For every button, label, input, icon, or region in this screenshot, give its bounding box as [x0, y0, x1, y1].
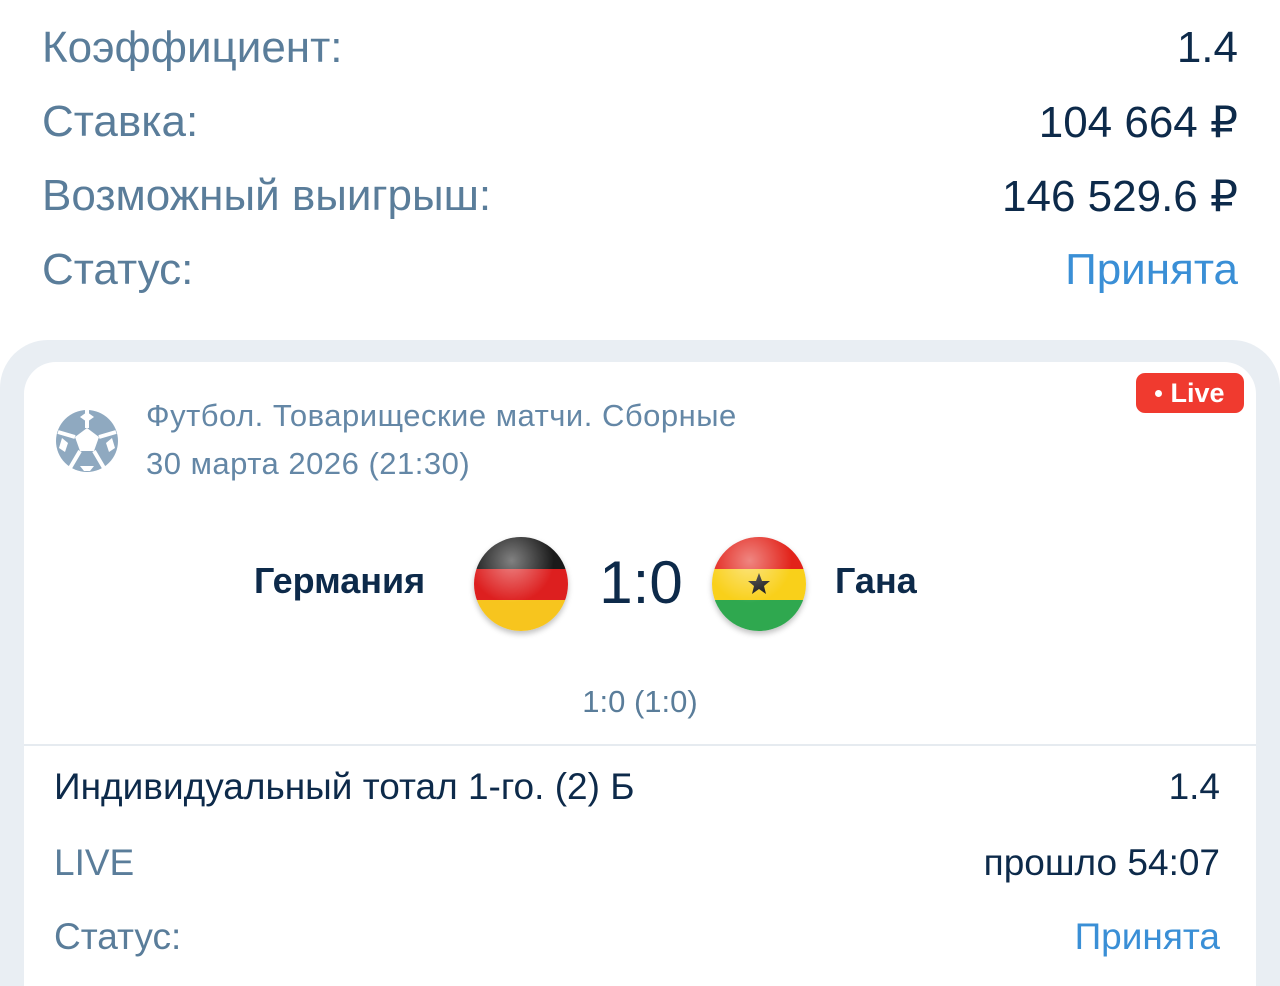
away-team-name: Гана: [835, 560, 917, 601]
bet-status-row: Статус: Принята: [54, 914, 1220, 960]
league-name: Футбол. Товарищеские матчи. Сборные: [146, 398, 737, 433]
elapsed-time: прошло 54:07: [983, 842, 1220, 883]
bet-odds: 1.4: [1168, 766, 1220, 807]
bet-summary: Коэффициент: 1.4 Ставка: 104 664 ₽ Возмо…: [0, 0, 1280, 340]
possible-win-label: Возможный выигрыш:: [42, 171, 492, 220]
stake-value: 104 664 ₽: [1038, 97, 1238, 147]
germany-flag-icon: [474, 537, 568, 631]
coefficient-label: Коэффициент:: [42, 23, 343, 72]
home-team-name: Германия: [254, 560, 426, 601]
card-divider: [24, 744, 1256, 746]
ghana-flag-icon: [712, 537, 806, 631]
live-dot-icon: [1155, 389, 1163, 397]
possible-win-value: 146 529.6 ₽: [1002, 171, 1238, 221]
status-row: Статус: Принята: [42, 242, 1238, 298]
match-score: 1:0: [599, 549, 683, 616]
bet-market: Индивидуальный тотал 1-го. (2) Б: [54, 766, 635, 807]
live-badge: Live: [1136, 373, 1244, 413]
bet-mode-row: LIVE прошло 54:07: [54, 840, 1220, 886]
live-badge-label: Live: [1170, 377, 1225, 408]
possible-win-row: Возможный выигрыш: 146 529.6 ₽: [42, 168, 1238, 224]
event-date: 30 марта 2026 (21:30): [146, 446, 471, 481]
status-value: Принята: [1065, 245, 1238, 294]
bet-market-row: Индивидуальный тотал 1-го. (2) Б 1.4: [54, 764, 1220, 810]
score-detail: 1:0 (1:0): [582, 684, 698, 719]
football-icon: [56, 410, 118, 472]
bet-mode: LIVE: [54, 842, 135, 883]
stake-row: Ставка: 104 664 ₽: [42, 94, 1238, 150]
bet-status-value: Принята: [1074, 916, 1220, 957]
status-label: Статус:: [42, 245, 194, 294]
bet-status-label: Статус:: [54, 916, 182, 957]
coefficient-value: 1.4: [1176, 23, 1238, 72]
stake-label: Ставка:: [42, 97, 199, 146]
coefficient-row: Коэффициент: 1.4: [42, 20, 1238, 76]
